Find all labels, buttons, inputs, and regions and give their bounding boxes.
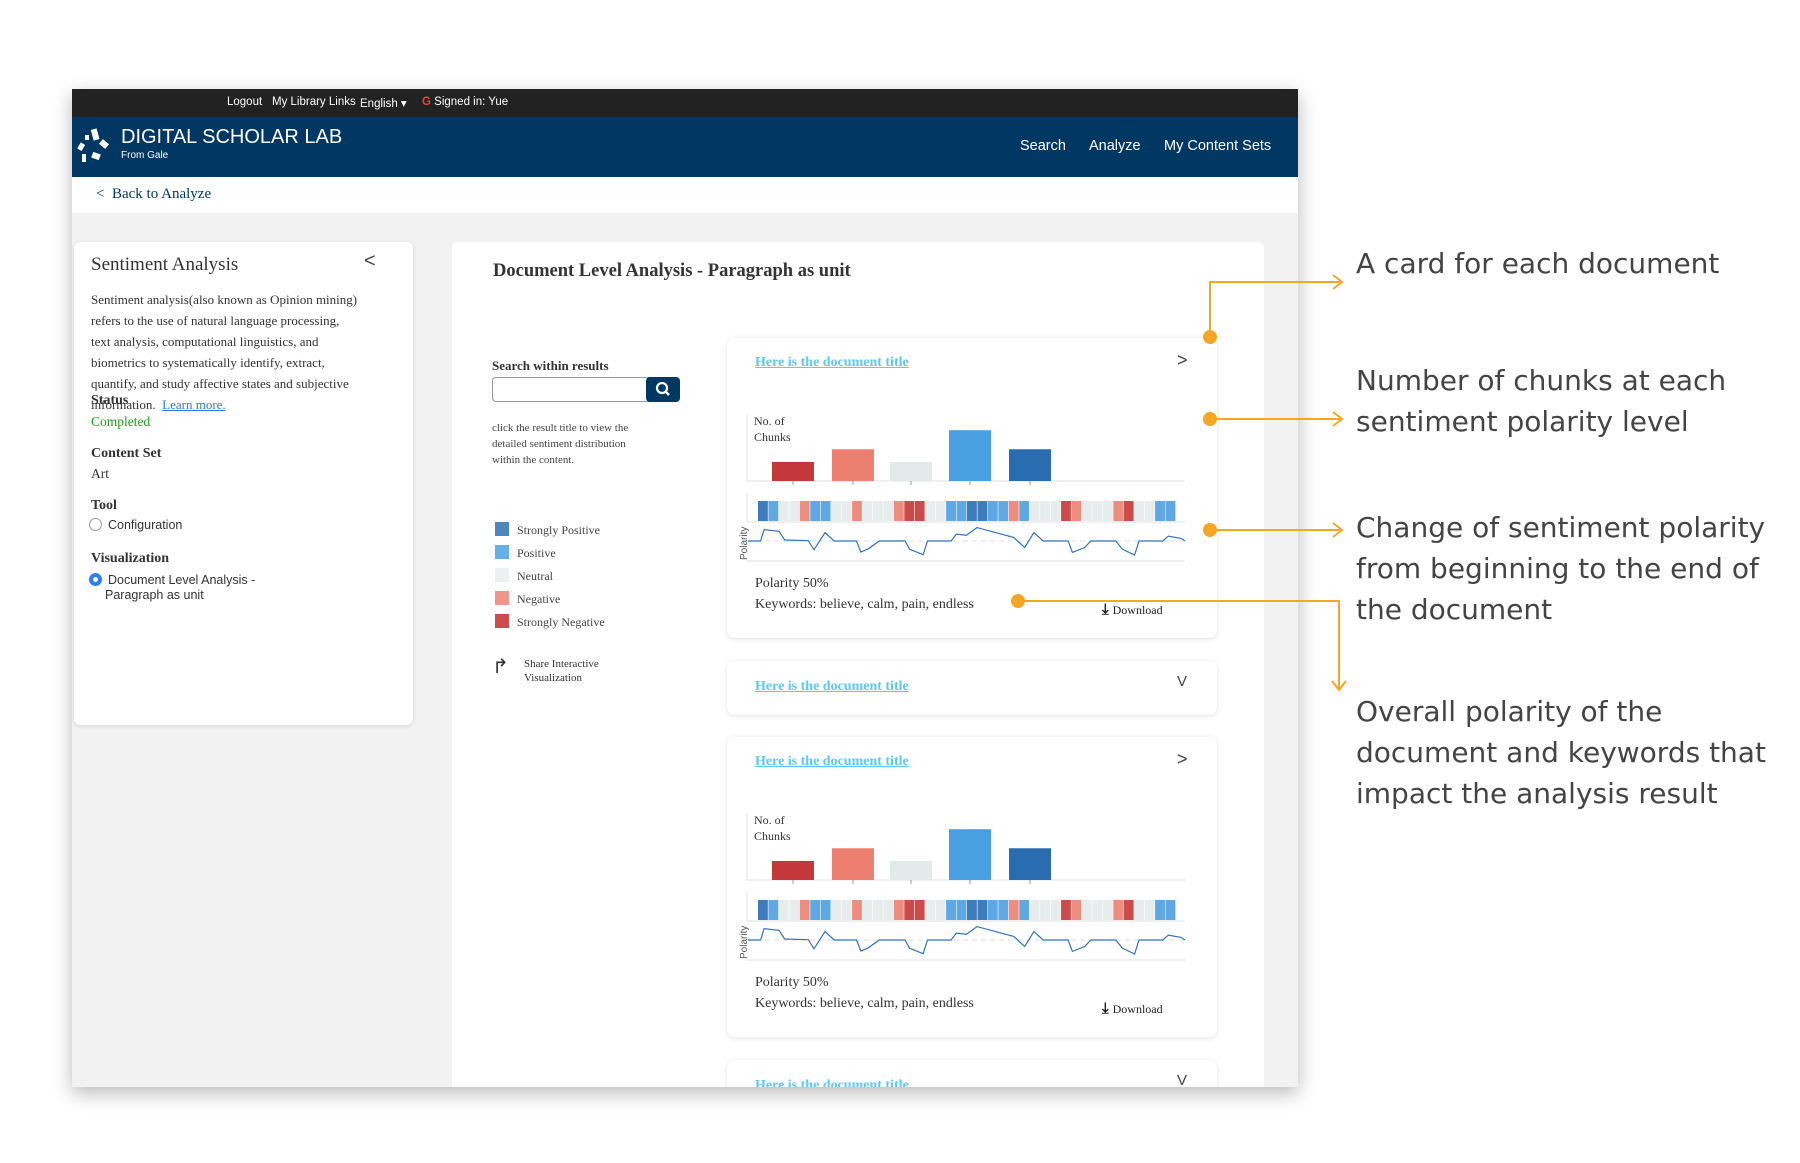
- connector-card: [1209, 281, 1342, 337]
- annotation-dot: [1011, 594, 1025, 608]
- annotation-dot: [1203, 412, 1217, 426]
- annotation-connectors: [1011, 274, 1347, 692]
- annotation-dot: [1203, 523, 1217, 537]
- connector-overall: [1018, 600, 1340, 690]
- annotation-dot: [1203, 330, 1217, 344]
